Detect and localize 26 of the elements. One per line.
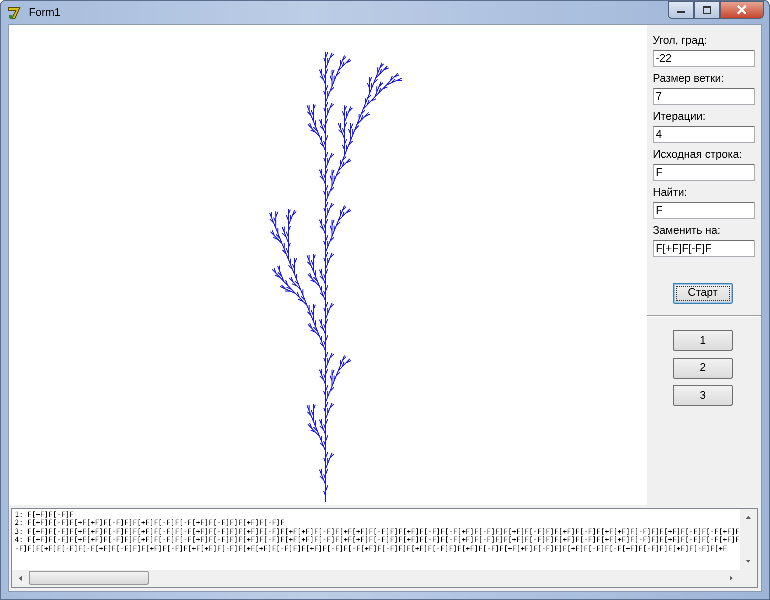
close-button[interactable] xyxy=(720,1,764,19)
field-label: Найти: xyxy=(653,187,688,199)
vertical-scrollbar[interactable] xyxy=(740,509,757,570)
preset-button[interactable]: 3 xyxy=(673,385,733,406)
text-field[interactable]: F[+F]F[-F]F xyxy=(653,240,755,257)
start-button[interactable]: Старт xyxy=(673,282,733,304)
text-field[interactable]: 7 xyxy=(653,88,755,105)
close-icon xyxy=(736,5,748,15)
text-field[interactable]: 4 xyxy=(653,126,755,143)
maximize-icon xyxy=(702,6,712,14)
horizontal-scrollbar[interactable] xyxy=(12,570,740,587)
text-field[interactable]: F xyxy=(653,202,755,219)
field-label: Заменить на: xyxy=(653,225,722,237)
minimize-button[interactable] xyxy=(668,1,694,19)
field-label: Итерации: xyxy=(653,111,707,123)
text-field[interactable]: F xyxy=(653,164,755,181)
scrollbar-thumb[interactable] xyxy=(29,571,149,585)
field-label: Размер ветки: xyxy=(653,73,726,85)
window-title: Form1 xyxy=(29,6,61,18)
maximize-button[interactable] xyxy=(694,1,720,19)
preset-button[interactable]: 1 xyxy=(673,330,733,351)
field-label: Угол, град: xyxy=(653,35,708,47)
app-logo-icon xyxy=(7,4,23,20)
field-label: Исходная строка: xyxy=(653,149,744,161)
text-field[interactable]: -22 xyxy=(653,50,755,67)
preset-button[interactable]: 2 xyxy=(673,358,733,378)
